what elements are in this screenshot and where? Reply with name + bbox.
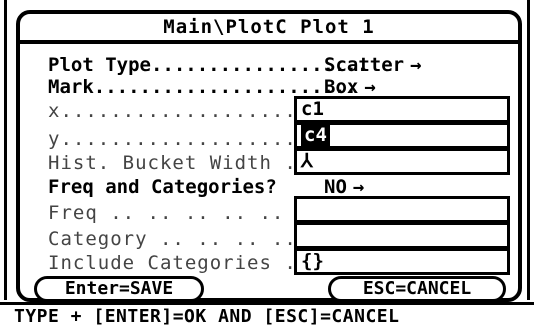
left-frame-line bbox=[4, 0, 7, 300]
cancel-button-label: ESC=CANCEL bbox=[362, 278, 472, 299]
x-input[interactable]: c1 bbox=[294, 96, 510, 123]
y-input[interactable]: c4 bbox=[294, 122, 510, 149]
hist-bucket-row: Hist. Bucket Width .. bbox=[48, 150, 309, 176]
hist-bucket-input[interactable]: ⅄ bbox=[294, 148, 510, 175]
freq-categories-label: Freq and Categories? bbox=[48, 176, 277, 198]
freq-categories-row[interactable]: Freq and Categories? NO → bbox=[48, 174, 364, 200]
include-categories-label: Include Categories .. bbox=[48, 252, 310, 274]
right-frame-line bbox=[527, 0, 530, 300]
include-categories-input[interactable]: {} bbox=[294, 248, 510, 275]
right-arrow-icon: → bbox=[364, 76, 376, 98]
right-arrow-icon: → bbox=[352, 176, 365, 198]
include-categories-value: {} bbox=[301, 250, 324, 272]
save-button-label: Enter=SAVE bbox=[64, 278, 174, 299]
freq-input[interactable] bbox=[294, 196, 510, 223]
hist-bucket-value: ⅄ bbox=[301, 150, 313, 172]
right-arrow-icon: → bbox=[410, 54, 422, 76]
freq-row: Freq .. .. .. .. .. .. bbox=[48, 200, 322, 226]
x-value: c1 bbox=[301, 98, 324, 120]
y-value: c4 bbox=[301, 124, 330, 146]
cancel-button[interactable]: ESC=CANCEL bbox=[328, 276, 506, 302]
mark-value: Box bbox=[324, 76, 359, 98]
include-categories-row: Include Categories .. bbox=[48, 250, 309, 276]
hist-bucket-label: Hist. Bucket Width .. bbox=[48, 152, 310, 174]
status-divider bbox=[0, 302, 534, 305]
status-line: TYPE + [ENTER]=OK AND [ESC]=CANCEL bbox=[14, 306, 400, 327]
category-row: Category .. .. .. .. .. bbox=[48, 226, 334, 252]
dialog-title-bar: Main\PlotC Plot 1 bbox=[20, 14, 518, 44]
plot-setup-dialog: Main\PlotC Plot 1 Plot Type.............… bbox=[16, 10, 522, 302]
dialog-title: Main\PlotC Plot 1 bbox=[163, 16, 375, 38]
category-input[interactable] bbox=[294, 222, 510, 249]
category-label: Category .. .. .. .. .. bbox=[48, 228, 335, 250]
freq-label: Freq .. .. .. .. .. .. bbox=[48, 202, 322, 224]
plot-type-value: Scatter bbox=[324, 54, 405, 76]
save-button[interactable]: Enter=SAVE bbox=[34, 276, 204, 302]
freq-categories-value: NO bbox=[324, 176, 347, 198]
calculator-screen: Main\PlotC Plot 1 Plot Type.............… bbox=[0, 0, 534, 330]
